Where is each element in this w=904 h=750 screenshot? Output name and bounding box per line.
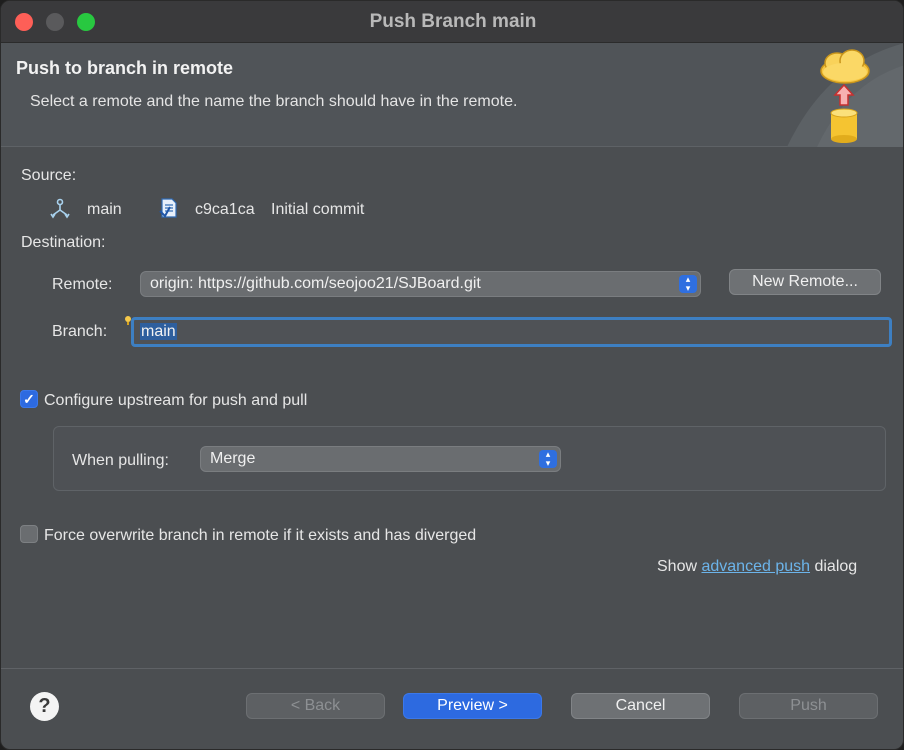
remote-select[interactable]: origin: https://github.com/seojoo21/SJBo… bbox=[140, 271, 701, 297]
force-overwrite-label[interactable]: Force overwrite branch in remote if it e… bbox=[44, 527, 476, 545]
back-button[interactable]: < Back bbox=[246, 693, 385, 719]
branch-name-input[interactable]: main bbox=[131, 317, 892, 347]
branch-name-value: main bbox=[140, 323, 177, 340]
select-chevron-icon: ▴ ▾ bbox=[539, 450, 557, 468]
configure-upstream-label[interactable]: Configure upstream for push and pull bbox=[44, 392, 307, 410]
source-label: Source: bbox=[21, 167, 77, 184]
when-pulling-select[interactable]: Merge ▴ ▾ bbox=[200, 446, 561, 472]
push-branch-dialog: Push Branch main Push to branch in remot… bbox=[0, 0, 904, 750]
new-remote-button[interactable]: New Remote... bbox=[729, 269, 881, 295]
source-commit-message: Initial commit bbox=[271, 201, 365, 218]
destination-label: Destination: bbox=[21, 234, 106, 251]
cancel-button[interactable]: Cancel bbox=[571, 693, 710, 719]
remote-label: Remote: bbox=[52, 276, 113, 293]
when-pulling-label: When pulling: bbox=[72, 452, 169, 469]
window-title: Push Branch main bbox=[369, 11, 537, 32]
banner-title: Push to branch in remote bbox=[16, 58, 234, 78]
source-branch-name: main bbox=[87, 201, 122, 218]
push-to-cloud-icon bbox=[787, 43, 903, 147]
branch-icon bbox=[50, 198, 70, 219]
advanced-push-line: Show advanced push dialog bbox=[657, 558, 857, 576]
configure-upstream-checkbox[interactable]: ✓ bbox=[20, 390, 38, 408]
push-button[interactable]: Push bbox=[739, 693, 878, 719]
branch-label: Branch: bbox=[52, 323, 108, 340]
wizard-banner: Push to branch in remote Select a remote… bbox=[1, 43, 903, 147]
advanced-suffix: dialog bbox=[814, 558, 858, 575]
footer-divider bbox=[1, 668, 903, 669]
select-chevron-icon: ▴ ▾ bbox=[679, 275, 697, 293]
preview-button[interactable]: Preview > bbox=[403, 693, 542, 719]
remote-select-value: origin: https://github.com/seojoo21/SJBo… bbox=[150, 275, 481, 292]
force-overwrite-checkbox[interactable] bbox=[20, 525, 38, 543]
advanced-push-link[interactable]: advanced push bbox=[701, 558, 810, 575]
when-pulling-value: Merge bbox=[210, 450, 256, 467]
advanced-prefix: Show bbox=[657, 558, 698, 575]
commit-icon bbox=[159, 198, 177, 218]
banner-description: Select a remote and the name the branch … bbox=[30, 93, 518, 110]
source-commit-id: c9ca1ca bbox=[195, 201, 255, 218]
help-icon[interactable]: ? bbox=[30, 692, 59, 721]
title-bar: Push Branch main bbox=[1, 1, 903, 43]
